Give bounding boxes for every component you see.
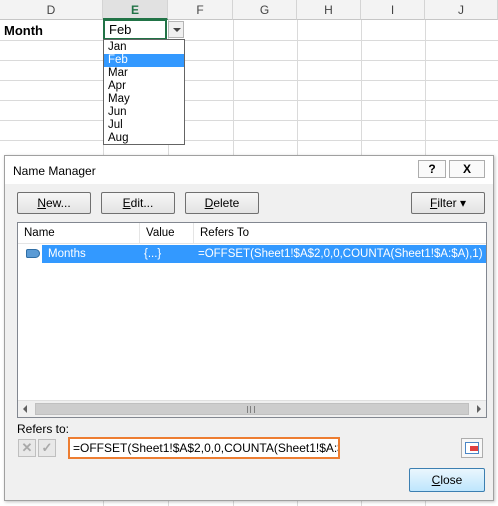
gridline bbox=[0, 120, 498, 121]
cell-month-label[interactable]: Month bbox=[4, 21, 43, 41]
row-name: Months bbox=[48, 248, 86, 260]
refers-to-label: Refers to: bbox=[17, 422, 70, 436]
column-header-g[interactable]: G bbox=[233, 0, 297, 20]
dialog-title: Name Manager bbox=[13, 164, 96, 178]
column-header-f[interactable]: F bbox=[168, 0, 233, 20]
cell-month-value[interactable]: Feb bbox=[103, 19, 167, 40]
dropdown-item-jul[interactable]: Jul bbox=[104, 119, 184, 132]
filter-button[interactable]: Filter ▾ bbox=[411, 192, 485, 214]
validation-dropdown-list[interactable]: Jan Feb Mar Apr May Jun Jul Aug bbox=[103, 39, 185, 145]
dropdown-item-feb[interactable]: Feb bbox=[104, 54, 184, 67]
names-list[interactable]: Name Value Refers To Months {...} =OFFSE… bbox=[17, 222, 487, 418]
dialog-titlebar[interactable]: Name Manager ? X bbox=[5, 156, 493, 184]
column-header-e[interactable]: E bbox=[103, 0, 168, 20]
row-value: {...} bbox=[144, 248, 162, 260]
help-button[interactable]: ? bbox=[418, 160, 446, 178]
collapse-dialog-range-icon[interactable] bbox=[461, 438, 483, 458]
cancel-edit-x-icon[interactable]: ✕ bbox=[18, 439, 36, 457]
column-header-h[interactable]: H bbox=[297, 0, 361, 20]
dropdown-item-mar[interactable]: Mar bbox=[104, 67, 184, 80]
gridline bbox=[0, 100, 498, 101]
named-range-icon bbox=[26, 249, 40, 258]
list-header-refers-to[interactable]: Refers To bbox=[194, 223, 486, 244]
dropdown-item-jun[interactable]: Jun bbox=[104, 106, 184, 119]
list-header-value[interactable]: Value bbox=[140, 223, 194, 244]
dropdown-arrow-button[interactable] bbox=[168, 21, 184, 38]
dropdown-item-aug[interactable]: Aug bbox=[104, 132, 184, 145]
gridline bbox=[0, 60, 498, 61]
dropdown-item-jan[interactable]: Jan bbox=[104, 41, 184, 54]
scroll-right-icon[interactable] bbox=[477, 405, 481, 413]
column-header-d[interactable]: D bbox=[0, 0, 103, 20]
close-button[interactable]: Close bbox=[409, 468, 485, 492]
scrollbar-thumb[interactable] bbox=[35, 403, 469, 415]
row-refers-to: =OFFSET(Sheet1!$A$2,0,0,COUNTA(Sheet1!$A… bbox=[198, 248, 483, 260]
dropdown-item-may[interactable]: May bbox=[104, 93, 184, 106]
dropdown-item-apr[interactable]: Apr bbox=[104, 80, 184, 93]
close-x-button[interactable]: X bbox=[449, 160, 485, 178]
gridline bbox=[0, 40, 498, 41]
gridline bbox=[0, 80, 498, 81]
list-row[interactable]: Months {...} =OFFSET(Sheet1!$A$2,0,0,COU… bbox=[18, 245, 486, 263]
new-button[interactable]: New... bbox=[17, 192, 91, 214]
accept-edit-check-icon[interactable]: ✓ bbox=[38, 439, 56, 457]
list-header-name[interactable]: Name bbox=[18, 223, 140, 244]
column-header-j[interactable]: J bbox=[425, 0, 498, 20]
edit-button[interactable]: Edit... bbox=[101, 192, 175, 214]
horizontal-scrollbar[interactable] bbox=[18, 400, 486, 417]
scroll-left-icon[interactable] bbox=[23, 405, 27, 413]
refers-to-input[interactable]: =OFFSET(Sheet1!$A$2,0,0,COUNTA(Sheet1!$A… bbox=[68, 437, 340, 459]
scrollbar-grip-icon bbox=[247, 406, 255, 413]
delete-button[interactable]: Delete bbox=[185, 192, 259, 214]
name-manager-dialog: Name Manager ? X New... Edit... Delete F… bbox=[4, 155, 494, 501]
gridline bbox=[0, 140, 498, 141]
column-header-i[interactable]: I bbox=[361, 0, 425, 20]
